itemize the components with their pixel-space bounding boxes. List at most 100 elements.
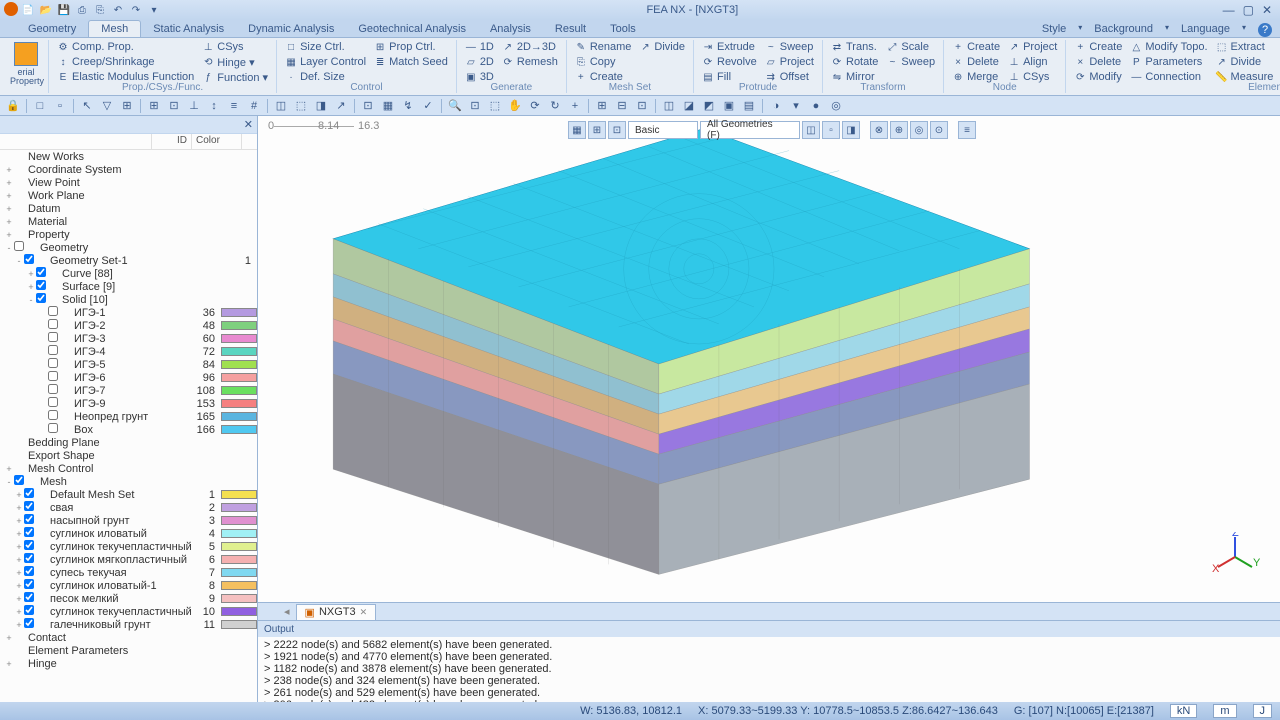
tree-item[interactable]: +Work Plane bbox=[0, 189, 257, 202]
color-swatch[interactable] bbox=[221, 386, 257, 395]
3d-viewport[interactable]: 0 8.14 16.3 ▦ ⊞ ⊡ Basic All Geometries (… bbox=[258, 116, 1280, 602]
ribbon-btn[interactable]: ×Delete bbox=[950, 55, 1002, 69]
expand-icon[interactable]: - bbox=[4, 477, 14, 487]
tree-checkbox[interactable] bbox=[36, 280, 46, 290]
ribbon-btn[interactable]: ~Sweep bbox=[763, 40, 816, 54]
expand-icon[interactable]: + bbox=[14, 542, 24, 552]
tree-item[interactable]: ИГЭ-248 bbox=[0, 319, 257, 332]
color-swatch[interactable] bbox=[221, 334, 257, 343]
axis-gizmo[interactable]: Z Y X bbox=[1210, 532, 1260, 582]
tree-checkbox[interactable] bbox=[48, 397, 58, 407]
ribbon-btn[interactable]: ↕Creep/Shrinkage bbox=[55, 55, 196, 69]
maximize-button[interactable]: ▢ bbox=[1243, 3, 1254, 17]
view-arrow-icon[interactable]: ↗ bbox=[332, 98, 350, 114]
tree-item[interactable]: -Geometry bbox=[0, 241, 257, 254]
color-swatch[interactable] bbox=[221, 555, 257, 564]
ribbon-tab-dynamic-analysis[interactable]: Dynamic Analysis bbox=[236, 21, 346, 37]
ribbon-btn[interactable]: PParameters bbox=[1128, 55, 1209, 69]
tree-item[interactable]: +песок мелкий9 bbox=[0, 592, 257, 605]
tool-icon[interactable]: ◪ bbox=[680, 98, 698, 114]
saveas-icon[interactable]: ⎙ bbox=[74, 2, 90, 18]
tool-icon[interactable]: ▣ bbox=[720, 98, 738, 114]
color-swatch[interactable] bbox=[221, 516, 257, 525]
shade-icon[interactable]: ● bbox=[807, 98, 825, 114]
ribbon-btn[interactable]: +Create bbox=[950, 40, 1002, 54]
color-swatch[interactable] bbox=[221, 490, 257, 499]
ribbon-tab-geotechnical-analysis[interactable]: Geotechnical Analysis bbox=[346, 21, 478, 37]
tree-item[interactable]: +суглинок текучепластичный-110 bbox=[0, 605, 257, 618]
axis-icon[interactable]: ⊥ bbox=[185, 98, 203, 114]
tree-checkbox[interactable] bbox=[14, 475, 24, 485]
material-property-button[interactable]: erial Property bbox=[10, 40, 42, 86]
view-btn[interactable]: ◎ bbox=[910, 121, 928, 139]
tree-item[interactable]: +свая2 bbox=[0, 501, 257, 514]
tool-icon[interactable]: ◩ bbox=[700, 98, 718, 114]
tree-item[interactable]: -Mesh bbox=[0, 475, 257, 488]
view-btn[interactable]: ◫ bbox=[802, 121, 820, 139]
tree-item[interactable]: +суглинок иловатый4 bbox=[0, 527, 257, 540]
help-icon[interactable]: ? bbox=[1258, 23, 1272, 37]
tree-checkbox[interactable] bbox=[24, 527, 34, 537]
app-icon[interactable] bbox=[4, 2, 18, 16]
view-combo-geom[interactable]: All Geometries (F) bbox=[700, 121, 800, 139]
color-swatch[interactable] bbox=[221, 399, 257, 408]
color-swatch[interactable] bbox=[221, 360, 257, 369]
expand-icon[interactable]: + bbox=[14, 568, 24, 578]
tool-icon[interactable]: ▫ bbox=[51, 98, 69, 114]
plus-icon[interactable]: + bbox=[566, 98, 584, 114]
tree-item[interactable]: ИГЭ-7108 bbox=[0, 384, 257, 397]
ribbon-tab-static-analysis[interactable]: Static Analysis bbox=[141, 21, 236, 37]
unit-length[interactable]: m bbox=[1213, 704, 1236, 718]
ribbon-btn[interactable]: ⟳Remesh bbox=[500, 55, 560, 69]
open-icon[interactable]: 📂 bbox=[38, 2, 54, 18]
ribbon-btn[interactable]: ⟳Rotate bbox=[829, 55, 880, 69]
ribbon-tab-geometry[interactable]: Geometry bbox=[16, 21, 88, 37]
tree-item[interactable]: Box166 bbox=[0, 423, 257, 436]
zoom-window-icon[interactable]: ⬚ bbox=[486, 98, 504, 114]
view-btn[interactable]: ▦ bbox=[568, 121, 586, 139]
render-icon[interactable]: ◑ bbox=[767, 98, 785, 114]
zoom-icon[interactable]: 🔍 bbox=[446, 98, 464, 114]
ribbon-btn[interactable]: ⎘Copy bbox=[573, 55, 634, 69]
ribbon-btn[interactable]: ⚙Comp. Prop. bbox=[55, 40, 196, 54]
ribbon-btn[interactable]: ⟳Revolve bbox=[700, 55, 759, 69]
background-menu[interactable]: Background bbox=[1094, 23, 1153, 37]
tree-item[interactable]: +Contact bbox=[0, 631, 257, 644]
expand-icon[interactable]: + bbox=[14, 581, 24, 591]
rotate-icon[interactable]: ⟳ bbox=[526, 98, 544, 114]
tree-checkbox[interactable] bbox=[48, 332, 58, 342]
view-icon[interactable]: ⬚ bbox=[292, 98, 310, 114]
ribbon-btn[interactable]: ↗2D→3D bbox=[500, 40, 560, 54]
tree-checkbox[interactable] bbox=[48, 345, 58, 355]
ribbon-btn[interactable]: ▱Project bbox=[763, 55, 816, 69]
color-swatch[interactable] bbox=[221, 412, 257, 421]
tree-item[interactable]: ИГЭ-136 bbox=[0, 306, 257, 319]
tree-checkbox[interactable] bbox=[24, 540, 34, 550]
style-menu[interactable]: Style bbox=[1042, 23, 1066, 37]
color-swatch[interactable] bbox=[221, 568, 257, 577]
expand-icon[interactable]: + bbox=[4, 633, 14, 643]
tree-item[interactable]: +суглинок текучепластичный5 bbox=[0, 540, 257, 553]
tree-item[interactable]: Export Shape bbox=[0, 449, 257, 462]
color-swatch[interactable] bbox=[221, 321, 257, 330]
ribbon-tab-analysis[interactable]: Analysis bbox=[478, 21, 543, 37]
ribbon-btn[interactable]: ×Delete bbox=[1072, 55, 1124, 69]
tool-icon[interactable]: ▤ bbox=[740, 98, 758, 114]
tree-item[interactable]: +галечниковый грунт11 bbox=[0, 618, 257, 631]
tool-icon[interactable]: □ bbox=[31, 98, 49, 114]
view-btn[interactable]: ⊡ bbox=[608, 121, 626, 139]
expand-icon[interactable]: + bbox=[4, 659, 14, 669]
close-icon[interactable]: ✕ bbox=[360, 607, 368, 618]
tree-checkbox[interactable] bbox=[48, 423, 58, 433]
tool-icon[interactable]: ⊞ bbox=[118, 98, 136, 114]
view-btn[interactable]: ⊗ bbox=[870, 121, 888, 139]
tree-item[interactable]: +Curve [88] bbox=[0, 267, 257, 280]
ribbon-btn[interactable]: ▱2D bbox=[463, 55, 496, 69]
color-swatch[interactable] bbox=[221, 581, 257, 590]
tree-item[interactable]: ИГЭ-472 bbox=[0, 345, 257, 358]
expand-icon[interactable]: + bbox=[4, 204, 14, 214]
expand-icon[interactable]: + bbox=[4, 165, 14, 175]
expand-icon[interactable]: + bbox=[4, 230, 14, 240]
view-btn[interactable]: ≡ bbox=[958, 121, 976, 139]
tree-checkbox[interactable] bbox=[36, 267, 46, 277]
